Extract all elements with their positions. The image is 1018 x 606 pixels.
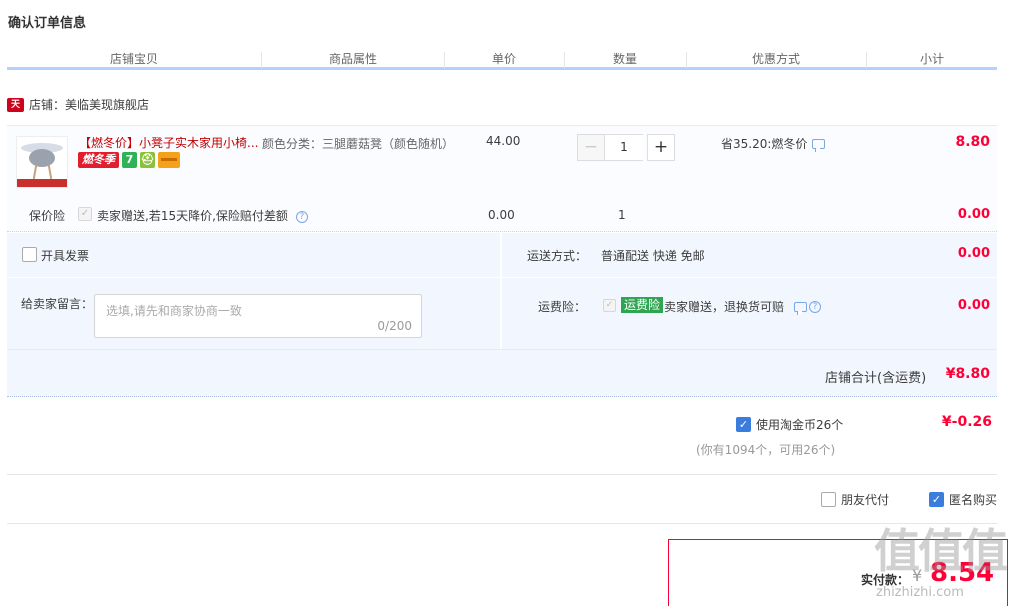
column-header-price: 单价 — [491, 52, 516, 66]
freight-insurance-text: 卖家赠送，退换货可赔 — [664, 300, 785, 314]
friend-pay-option[interactable]: 朋友代付 — [821, 491, 889, 508]
thumbnail-caption-band — [17, 179, 67, 187]
insurance-price: 0.00 — [488, 208, 515, 222]
anonymous-purchase-option[interactable]: ✓ 匿名购买 — [929, 491, 997, 508]
freight-insurance-fee: 0.00 — [957, 298, 990, 313]
unit-price: 44.00 — [486, 134, 521, 148]
column-header-item: 店铺宝贝 — [109, 52, 158, 66]
taojinbi-checkbox[interactable]: ✓ — [736, 417, 751, 432]
order-table-header: 店铺宝贝 商品属性 单价 数量 优惠方式 小计 — [7, 48, 997, 70]
panel-divider — [500, 233, 502, 349]
chat-icon[interactable] — [812, 138, 826, 152]
insurance-description: 卖家赠送,若15天降价,保险赔付差额? — [97, 207, 308, 224]
help-icon[interactable]: ? — [295, 210, 308, 223]
winter-promo-tag: 燃冬季 — [78, 152, 119, 168]
shipping-label: 运送方式： — [527, 249, 588, 263]
page-title: 确认订单信息 — [8, 16, 87, 31]
friend-pay-checkbox[interactable] — [821, 492, 836, 507]
section-divider — [7, 474, 997, 475]
discount-info: 省35.20:燃冬价 — [721, 135, 826, 152]
shop-row: 天猫 店铺：美临美现旗舰店 — [7, 96, 149, 124]
insurance-qty: 1 — [618, 208, 626, 222]
quantity-decrease-button[interactable]: − — [577, 134, 605, 161]
insurance-label: 保价险 — [29, 209, 66, 223]
seller-message-input[interactable]: 选填,请先和商家协商一致 0/200 — [94, 294, 422, 338]
watermark-url: zhizhizhi.com — [876, 585, 964, 600]
invoice-label[interactable]: 开具发票 — [41, 247, 89, 264]
help-icon[interactable]: ? — [809, 300, 822, 313]
shop-total-label: 店铺合计(含运费) — [825, 371, 927, 386]
stool-seat-shape — [29, 149, 55, 167]
taojinbi-label[interactable]: 使用淘金币26个 — [756, 416, 843, 433]
anonymous-label[interactable]: 匿名购买 — [949, 491, 997, 508]
watermark-logo: 值值值 — [874, 524, 1008, 578]
column-header-qty: 数量 — [612, 52, 637, 66]
message-label: 给卖家留言： — [21, 297, 94, 311]
section-divider — [7, 523, 997, 524]
product-title-link[interactable]: 【燃冬价】小凳子实木家用小椅... — [79, 134, 259, 151]
invoice-checkbox[interactable] — [22, 247, 37, 262]
insurance-subtotal: 0.00 — [957, 207, 990, 222]
quantity-stepper: − 1 + — [577, 134, 675, 161]
item-subtotal: 8.80 — [955, 134, 990, 150]
message-placeholder: 选填,请先和商家协商一致 — [106, 304, 242, 318]
guarantee-icon: ⛑ — [140, 152, 155, 168]
product-thumbnail[interactable] — [16, 136, 68, 188]
freight-insurance-label: 运费险： — [538, 300, 587, 314]
taojinbi-discount: ¥-0.26 — [941, 414, 992, 430]
message-counter: 0/200 — [377, 319, 412, 333]
freight-insurance-description: 卖家赠送，退换货可赔 ? — [664, 298, 822, 315]
shop-name[interactable]: 店铺：美临美现旗舰店 — [29, 96, 149, 113]
shipping-fee: 0.00 — [957, 246, 990, 261]
shop-total-value: ¥8.80 — [945, 366, 990, 382]
anonymous-checkbox[interactable]: ✓ — [929, 492, 944, 507]
product-attribute: 颜色分类：三腿蘑菇凳（颜色随机） — [262, 137, 455, 151]
discount-text: 省35.20:燃冬价 — [721, 137, 808, 151]
shipping-method: 普通配送 快递 免邮 — [601, 249, 705, 263]
column-header-subtotal: 小计 — [919, 52, 944, 66]
taojinbi-note: (你有1094个，可用26个) — [696, 443, 836, 457]
column-header-discount: 优惠方式 — [751, 52, 800, 66]
freight-insurance-checkbox: ✓ — [603, 299, 616, 312]
quantity-increase-button[interactable]: + — [647, 134, 675, 161]
column-header-attr: 商品属性 — [328, 52, 377, 66]
chat-icon[interactable] — [794, 301, 808, 315]
friend-pay-label[interactable]: 朋友代付 — [841, 491, 889, 508]
promo-badges: 燃冬季 7 ⛑ — [78, 152, 180, 168]
taojinbi-option[interactable]: ✓ 使用淘金币26个 — [736, 416, 843, 433]
stool-leg-shape — [32, 164, 38, 180]
panel-divider — [7, 277, 997, 278]
insurance-checkbox: ✓ — [78, 207, 92, 221]
freight-insurance-tag: 运费险 — [621, 297, 664, 313]
watermark: 值值值 zhizhizhi.com — [868, 515, 1016, 605]
insurance-text: 卖家赠送,若15天降价,保险赔付差额 — [97, 209, 288, 223]
quantity-input[interactable]: 1 — [605, 134, 643, 161]
column-divider — [261, 52, 262, 68]
order-options-panel: 开具发票 运送方式： 普通配送 快递 免邮 0.00 给卖家留言： 选填,请先和… — [7, 233, 997, 397]
stool-leg-shape — [47, 164, 53, 180]
panel-divider — [7, 349, 997, 350]
credit-card-icon — [158, 152, 180, 168]
tmall-icon: 天猫 — [7, 97, 24, 124]
seven-day-return-icon: 7 — [122, 152, 137, 168]
order-item: 【燃冬价】小凳子实木家用小椅... 燃冬季 7 ⛑ 颜色分类：三腿蘑菇凳（颜色随… — [7, 125, 997, 232]
